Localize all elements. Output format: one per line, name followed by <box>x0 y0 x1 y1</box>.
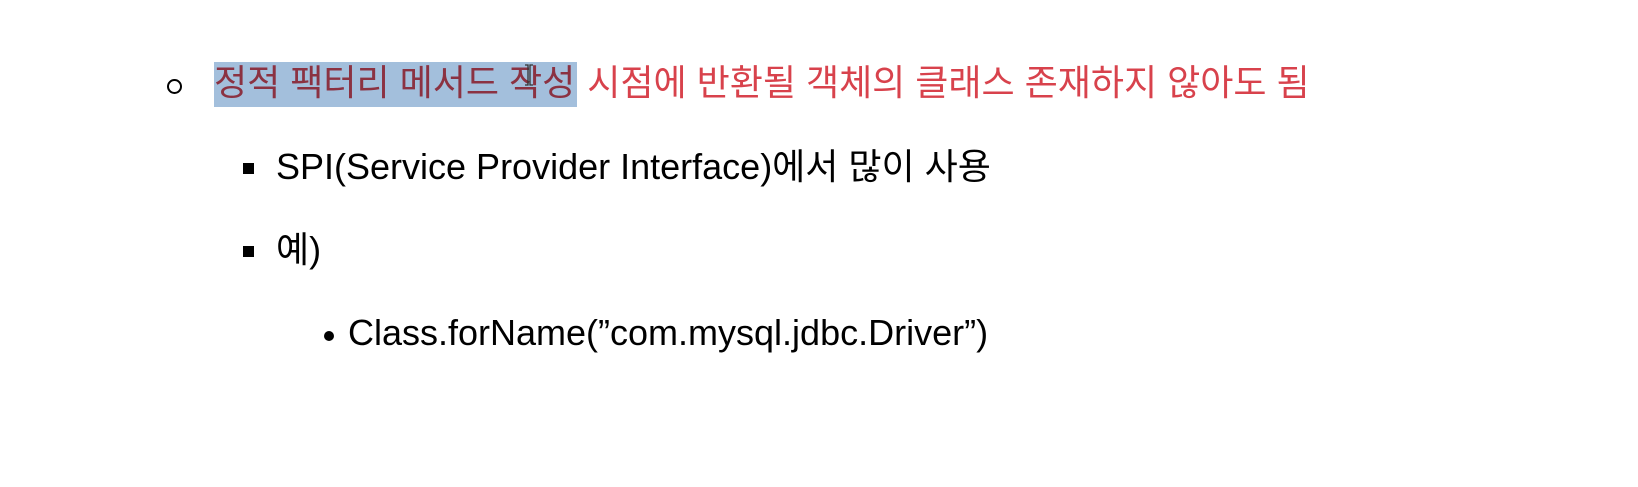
selected-text[interactable]: 정적 팩터리 메서드 작성 <box>214 62 578 107</box>
item-text: Class.forName(”com.mysql.jdbc.Driver”) <box>348 312 989 353</box>
dot-bullet-icon <box>324 331 334 341</box>
square-bullet-icon <box>243 246 254 257</box>
text-cursor-icon <box>525 64 533 86</box>
item-text: 정적 팩터리 메서드 작성 시점에 반환될 객체의 클래스 존재하지 않아도 됨 <box>214 61 1310 107</box>
item-text: SPI(Service Provider Interface)에서 많이 사용 <box>276 146 991 187</box>
square-bullet-icon <box>243 163 254 174</box>
hollow-circle-bullet-icon <box>167 79 182 94</box>
red-text: 시점에 반환될 객체의 클래스 존재하지 않아도 됨 <box>577 62 1310 103</box>
item-text: 예) <box>276 229 322 270</box>
